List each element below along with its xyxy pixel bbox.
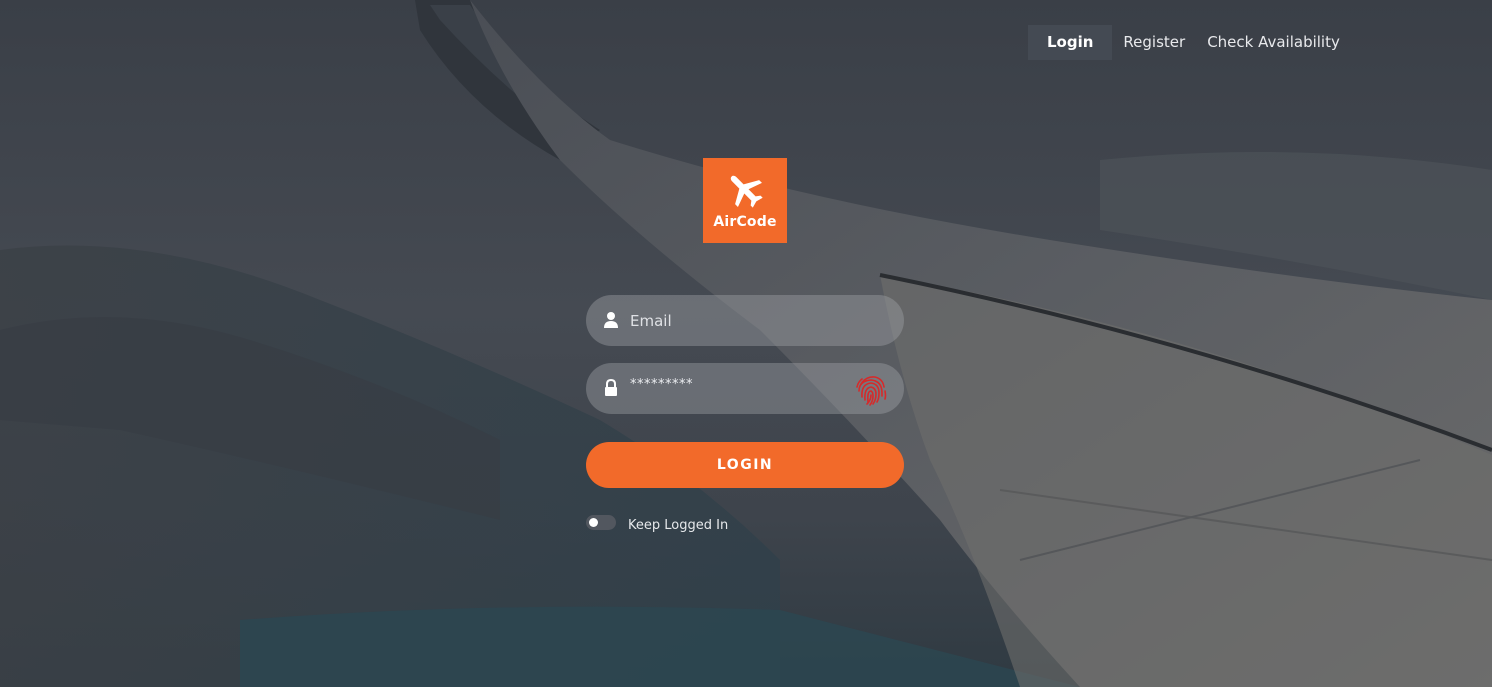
password-field[interactable] xyxy=(586,359,904,414)
logo-text: AirCode xyxy=(713,214,777,230)
top-nav: Login Register Check Availability xyxy=(1028,25,1351,60)
email-field[interactable] xyxy=(586,295,904,346)
toggle-knob xyxy=(589,517,598,527)
nav-login[interactable]: Login xyxy=(1028,25,1113,60)
login-page: Login Register Check Availability AirCod… xyxy=(0,0,1492,687)
user-icon xyxy=(604,312,618,328)
password-input[interactable] xyxy=(630,359,850,410)
nav-register[interactable]: Register xyxy=(1112,25,1196,60)
nav-check-availability[interactable]: Check Availability xyxy=(1196,25,1351,60)
fingerprint-icon[interactable] xyxy=(853,371,890,408)
airplane-icon xyxy=(730,175,763,208)
aircode-logo: AirCode xyxy=(703,158,787,243)
keep-logged-in: Keep Logged In xyxy=(586,512,728,533)
keep-logged-in-label[interactable]: Keep Logged In xyxy=(628,518,728,533)
login-button[interactable]: LOGIN xyxy=(586,442,904,488)
lock-icon xyxy=(605,379,617,396)
keep-logged-in-toggle[interactable] xyxy=(586,514,616,530)
email-input[interactable] xyxy=(630,295,850,346)
